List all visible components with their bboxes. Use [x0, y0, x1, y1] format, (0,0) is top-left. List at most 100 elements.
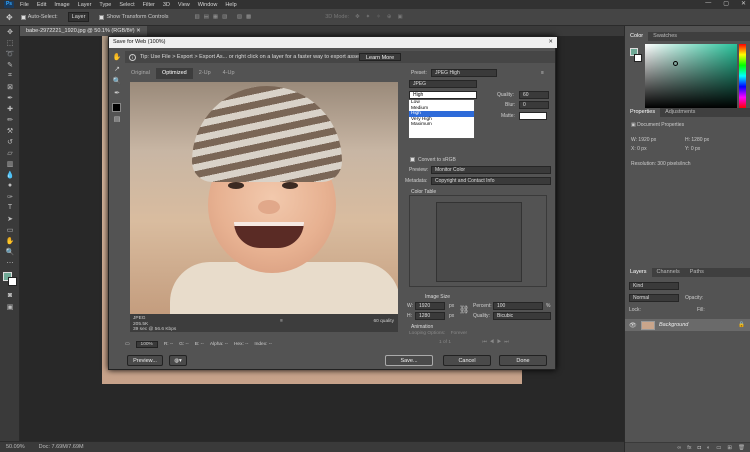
dialog-eyedropper-icon[interactable]: ✒ — [111, 89, 123, 100]
minimize-button[interactable]: — — [705, 0, 711, 7]
dialog-hand-tool-icon[interactable]: ✋ — [111, 53, 123, 64]
screen-mode-icon[interactable]: ▣ — [0, 301, 20, 312]
path-select-icon[interactable]: ➤ — [0, 213, 20, 224]
preview-select[interactable]: Monitor Color — [431, 166, 551, 174]
menu-edit[interactable]: Edit — [37, 2, 46, 8]
looping-select[interactable]: Forever — [451, 331, 468, 336]
convert-srgb-checkbox[interactable] — [410, 157, 415, 162]
quick-mask-icon[interactable]: ◙ — [0, 290, 20, 301]
lasso-tool-icon[interactable]: ➰ — [0, 48, 20, 59]
brush-tool-icon[interactable]: ✏ — [0, 114, 20, 125]
tab-channels[interactable]: Channels — [652, 268, 685, 277]
menu-view[interactable]: View — [178, 2, 190, 8]
percent-input[interactable]: 100 — [493, 302, 543, 310]
dialog-zoom-tool-icon[interactable]: 🔍 — [111, 77, 123, 88]
fx-icon[interactable]: fx — [687, 445, 691, 451]
blend-mode-select[interactable]: Normal — [629, 294, 679, 302]
zoom-level[interactable]: 50.09% — [6, 444, 25, 450]
done-button[interactable]: Done — [499, 355, 547, 366]
link-layers-icon[interactable]: ∞ — [677, 445, 681, 451]
layer-kind-filter[interactable]: Kind — [629, 282, 679, 290]
info-menu-icon[interactable]: ≡ — [280, 319, 283, 325]
tab-4up[interactable]: 4-Up — [217, 68, 241, 79]
size-h-input[interactable]: 1280 — [415, 312, 445, 320]
menu-image[interactable]: Image — [54, 2, 69, 8]
menu-type[interactable]: Type — [99, 2, 111, 8]
tab-2up[interactable]: 2-Up — [193, 68, 217, 79]
hand-tool-icon[interactable]: ✋ — [0, 235, 20, 246]
eraser-tool-icon[interactable]: ▱ — [0, 147, 20, 158]
new-layer-icon[interactable]: ⊞ — [727, 445, 732, 451]
rectangle-tool-icon[interactable]: ▭ — [0, 224, 20, 235]
pen-tool-icon[interactable]: ✑ — [0, 191, 20, 202]
quality-input[interactable]: 60 — [519, 91, 549, 99]
type-tool-icon[interactable]: T — [0, 202, 20, 213]
constrain-link-icon[interactable]: ⛓ — [459, 305, 469, 314]
size-w-input[interactable]: 1920 — [415, 302, 445, 310]
mask-icon[interactable]: ◘ — [698, 445, 701, 451]
quick-select-tool-icon[interactable]: ✎ — [0, 59, 20, 70]
group-icon[interactable]: ▭ — [716, 445, 721, 451]
clone-stamp-icon[interactable]: ⚒ — [0, 125, 20, 136]
move-tool-icon[interactable]: ✥ — [0, 26, 20, 37]
frame-tool-icon[interactable]: ⊠ — [0, 81, 20, 92]
layer-row-background[interactable]: 👁 Background 🔒 — [625, 319, 750, 331]
tab-paths[interactable]: Paths — [685, 268, 709, 277]
save-button[interactable]: Save... — [385, 355, 433, 366]
toggle-slices-icon[interactable]: ▤ — [111, 115, 123, 126]
metadata-select[interactable]: Copyright and Contact Info — [431, 177, 551, 185]
menu-layer[interactable]: Layer — [78, 2, 92, 8]
more-tools-icon[interactable]: ⋯ — [0, 257, 20, 268]
close-window-button[interactable]: ✕ — [741, 0, 746, 7]
dodge-tool-icon[interactable]: ● — [0, 180, 20, 191]
align-icons[interactable]: ▥▤▦▧ ▨▩ — [195, 14, 256, 20]
menu-help[interactable]: Help — [225, 2, 236, 8]
marquee-tool-icon[interactable]: ⬚ — [0, 37, 20, 48]
matte-select[interactable] — [519, 112, 547, 120]
color-table-grid[interactable] — [436, 202, 522, 282]
zoom-tool-icon[interactable]: 🔍 — [0, 246, 20, 257]
color-picker-field[interactable] — [645, 44, 737, 108]
blur-input[interactable]: 0 — [519, 101, 549, 109]
browser-select-icon[interactable]: ◍▾ — [169, 355, 187, 366]
preview-button[interactable]: Preview... — [127, 355, 163, 366]
learn-more-button[interactable]: Learn More — [359, 53, 402, 61]
tab-color[interactable]: Color — [625, 32, 649, 41]
tab-properties[interactable]: Properties — [625, 108, 661, 117]
menu-filter[interactable]: Filter — [143, 2, 155, 8]
animation-controls[interactable]: ⏮◀▶⏭ — [482, 340, 511, 345]
show-transform-checkbox[interactable] — [99, 14, 105, 20]
document-tab[interactable]: babe-2972221_1920.jpg @ 50.1% (RGB/8#) ✕ — [20, 26, 147, 36]
optimized-preview-image[interactable] — [130, 82, 398, 314]
auto-select-checkbox[interactable] — [20, 14, 26, 20]
maximize-button[interactable]: ▢ — [723, 0, 729, 7]
blur-tool-icon[interactable]: 💧 — [0, 169, 20, 180]
delete-layer-icon[interactable]: 🗑 — [738, 445, 745, 451]
eyedropper-tool-icon[interactable]: ✒ — [0, 92, 20, 103]
menu-file[interactable]: File — [20, 2, 29, 8]
crop-tool-icon[interactable]: ⌗ — [0, 70, 20, 81]
dialog-slice-select-icon[interactable]: ↗ — [111, 65, 123, 76]
cancel-button[interactable]: Cancel — [443, 355, 491, 366]
quality-preset-select[interactable]: High — [409, 91, 477, 99]
format-select[interactable]: JPEG — [409, 80, 477, 88]
quality-option-maximum[interactable]: Maximum — [409, 122, 474, 128]
auto-select-dropdown[interactable]: Layer — [67, 12, 90, 22]
move-tool-icon[interactable]: ✥ — [6, 13, 13, 22]
preset-select[interactable]: JPEG High — [431, 69, 497, 77]
background-color-swatch[interactable] — [8, 277, 17, 286]
3d-mode-icons[interactable]: ✥✦✧⊕▣ — [355, 14, 409, 20]
tab-swatches[interactable]: Swatches — [648, 32, 682, 41]
hue-slider[interactable] — [739, 44, 746, 108]
preset-menu-icon[interactable]: ≡ — [541, 70, 544, 76]
tab-adjustments[interactable]: Adjustments — [660, 108, 700, 117]
gradient-tool-icon[interactable]: ▥ — [0, 158, 20, 169]
history-brush-icon[interactable]: ↺ — [0, 136, 20, 147]
tab-optimized[interactable]: Optimized — [155, 68, 193, 79]
adjustment-icon[interactable]: ◐ — [707, 445, 710, 451]
eyedropper-color-swatch[interactable] — [112, 103, 121, 112]
resample-quality-select[interactable]: Bicubic — [493, 312, 551, 320]
menu-select[interactable]: Select — [119, 2, 134, 8]
zoom-select[interactable]: 100% — [135, 341, 158, 348]
tab-original[interactable]: Original — [125, 68, 156, 79]
